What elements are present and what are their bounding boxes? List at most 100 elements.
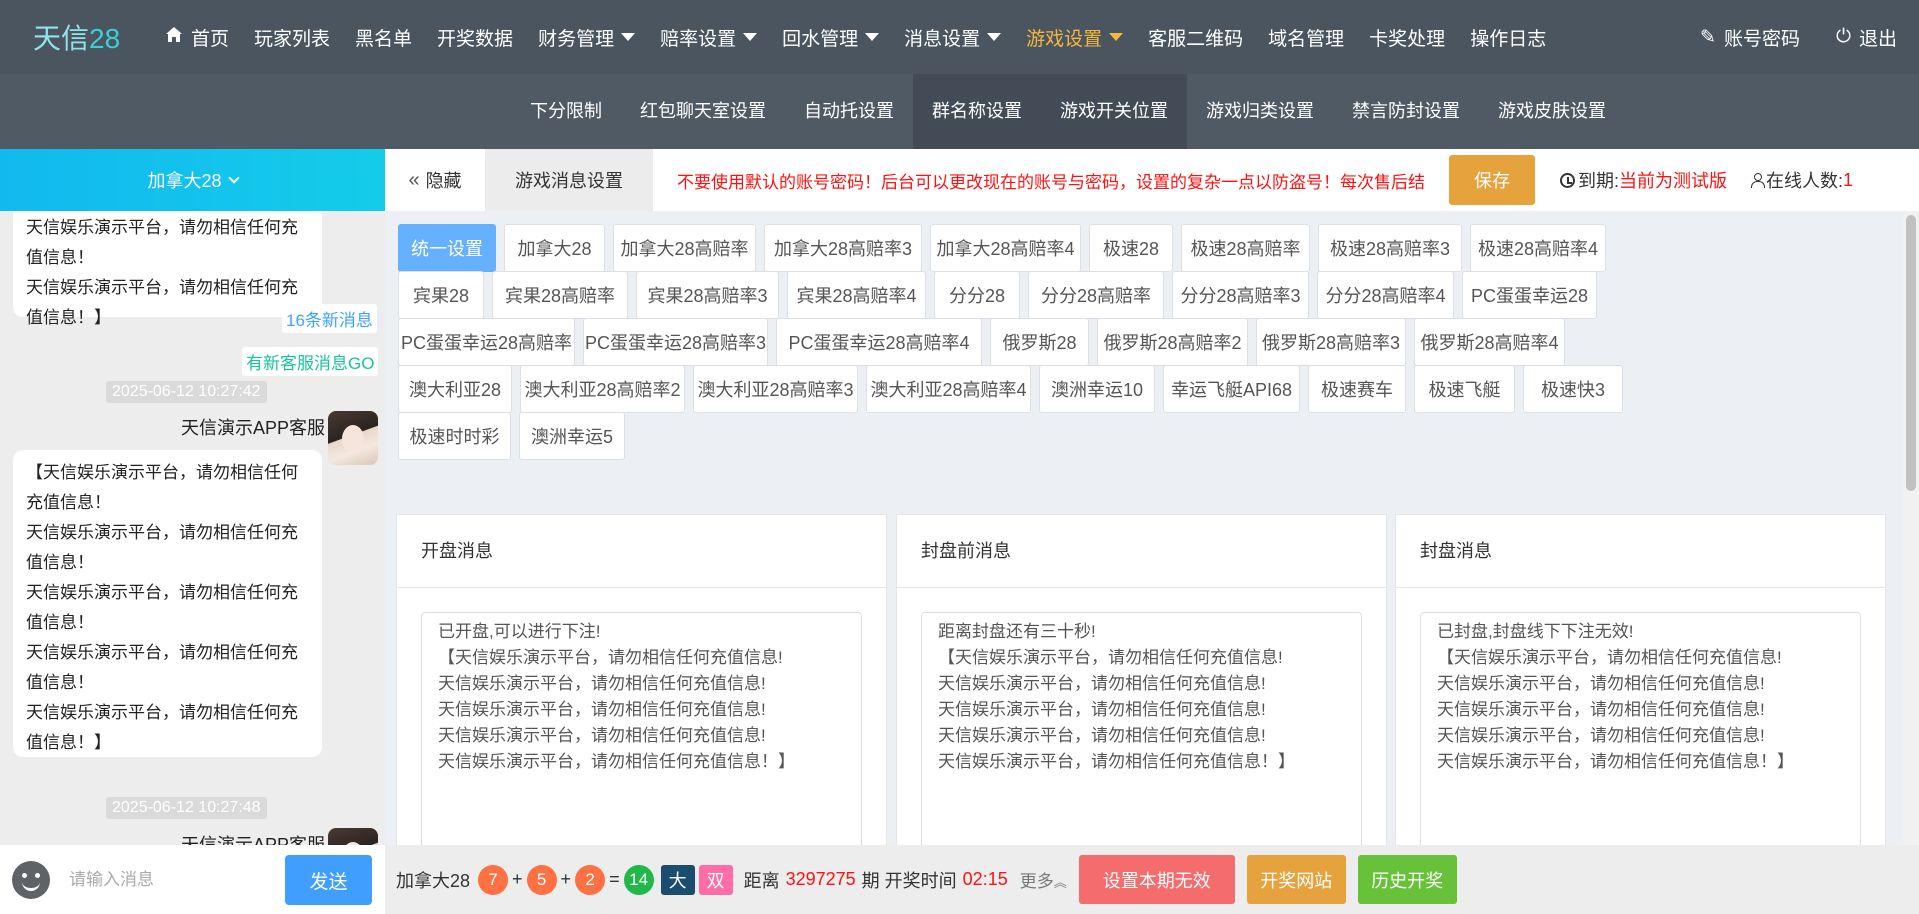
game-tab[interactable]: 澳洲幸运10 bbox=[1039, 365, 1155, 413]
scrollbar-thumb[interactable] bbox=[1906, 215, 1916, 491]
game-tab[interactable]: 极速28高赔率4 bbox=[1470, 224, 1606, 272]
message-input[interactable] bbox=[69, 869, 259, 890]
close-message-textarea[interactable]: 已封盘,封盘线下下注无效! 【天信娱乐演示平台，请勿相信任何充值信息! 天信娱乐… bbox=[1420, 612, 1861, 845]
game-tab[interactable]: PC蛋蛋幸运28高赔率 bbox=[398, 318, 575, 366]
game-tab[interactable]: 澳大利亚28高赔率3 bbox=[693, 365, 858, 413]
draw-website-button[interactable]: 开奖网站 bbox=[1246, 855, 1346, 904]
game-tab[interactable]: 宾果28 bbox=[398, 271, 484, 319]
game-tab[interactable]: 澳洲幸运5 bbox=[519, 412, 625, 460]
logout-link[interactable]: ⏻ 退出 bbox=[1836, 24, 1897, 51]
distance-label: 距离 bbox=[743, 870, 780, 891]
subnav-item[interactable]: 下分限制 bbox=[511, 74, 621, 149]
game-tab[interactable]: 分分28高赔率 bbox=[1028, 271, 1164, 319]
service-message-badge[interactable]: 有新客服消息GO bbox=[242, 347, 379, 376]
game-tab[interactable]: 极速飞艇 bbox=[1414, 365, 1515, 413]
new-messages-badge[interactable]: 16条新消息 bbox=[282, 304, 377, 333]
nav-item[interactable]: 操作日志 bbox=[1470, 24, 1546, 51]
panel-title: 封盘前消息 bbox=[897, 515, 1386, 588]
warning-marquee: 不要使用默认的账号密码！后台可以更改现在的账号与密码，设置的复杂一点以防盗号！每… bbox=[677, 172, 1425, 192]
nav-item[interactable]: 消息设置 bbox=[904, 24, 1002, 51]
game-tab[interactable]: 极速28高赔率 bbox=[1181, 224, 1310, 272]
history-draw-button[interactable]: 历史开奖 bbox=[1357, 855, 1457, 904]
send-button[interactable]: 发送 bbox=[285, 855, 372, 905]
game-tab[interactable]: 加拿大28高赔率3 bbox=[764, 224, 922, 272]
chat-messages[interactable]: 天信娱乐演示平台，请勿相信任何充值信息！ 天信娱乐演示平台，请勿相信任何充值信息… bbox=[0, 211, 385, 845]
subnav-item[interactable]: 游戏开关位置 bbox=[1041, 74, 1187, 149]
scrollbar[interactable] bbox=[1903, 211, 1919, 845]
game-tab[interactable]: 加拿大28 bbox=[504, 224, 605, 272]
nav-item[interactable]: 赔率设置 bbox=[660, 24, 758, 51]
game-tab[interactable]: 极速28 bbox=[1089, 224, 1173, 272]
result-ball: 5 bbox=[526, 864, 557, 895]
game-tab[interactable]: 极速赛车 bbox=[1308, 365, 1406, 413]
game-tab[interactable]: 俄罗斯28高赔率3 bbox=[1256, 318, 1406, 366]
home-icon bbox=[165, 26, 183, 49]
tab-game-message-settings[interactable]: 游戏消息设置 bbox=[485, 149, 653, 211]
nav-right: ✎ 账号密码 ⏻ 退出 bbox=[1664, 0, 1897, 74]
game-tab[interactable]: 宾果28高赔率3 bbox=[636, 271, 779, 319]
game-tab[interactable]: 俄罗斯28高赔率4 bbox=[1414, 318, 1565, 366]
nav-item[interactable]: 财务管理 bbox=[538, 24, 636, 51]
pre-close-message-textarea[interactable]: 距离封盘还有三十秒! 【天信娱乐演示平台，请勿相信任何充值信息! 天信娱乐演示平… bbox=[921, 612, 1362, 845]
hide-button[interactable]: «隐藏 bbox=[385, 149, 485, 211]
more-link[interactable]: 更多︽ bbox=[1020, 867, 1067, 892]
game-tab[interactable]: 加拿大28高赔率4 bbox=[930, 224, 1081, 272]
game-tab[interactable]: 统一设置 bbox=[398, 224, 496, 272]
game-tab[interactable]: 加拿大28高赔率 bbox=[613, 224, 756, 272]
game-tab[interactable]: 极速时时彩 bbox=[398, 412, 511, 460]
open-message-textarea[interactable]: 已开盘,可以进行下注! 【天信娱乐演示平台，请勿相信任何充值信息! 天信娱乐演示… bbox=[421, 612, 862, 845]
game-tab[interactable]: PC蛋蛋幸运28 bbox=[1462, 271, 1597, 319]
game-tab[interactable]: 宾果28高赔率 bbox=[492, 271, 628, 319]
panel-title: 开盘消息 bbox=[397, 515, 886, 588]
nav-item[interactable]: 域名管理 bbox=[1268, 24, 1344, 51]
game-tab[interactable]: 分分28高赔率4 bbox=[1317, 271, 1454, 319]
subnav-item[interactable]: 自动托设置 bbox=[785, 74, 913, 149]
game-tab[interactable]: PC蛋蛋幸运28高赔率3 bbox=[583, 318, 768, 366]
nav-item[interactable]: 客服二维码 bbox=[1148, 24, 1243, 51]
nav-item[interactable]: 开奖数据 bbox=[437, 24, 513, 51]
game-tab[interactable]: 宾果28高赔率4 bbox=[787, 271, 926, 319]
game-tab[interactable]: 极速28高赔率3 bbox=[1318, 224, 1462, 272]
game-tab[interactable]: 极速快3 bbox=[1523, 365, 1623, 413]
nav-item[interactable]: 黑名单 bbox=[355, 24, 412, 51]
period-number: 3297275 bbox=[785, 869, 856, 889]
user-icon bbox=[1751, 173, 1766, 188]
panel-title: 封盘消息 bbox=[1396, 515, 1885, 588]
subnav-item[interactable]: 游戏归类设置 bbox=[1187, 74, 1333, 149]
game-tab[interactable]: 澳大利亚28 bbox=[398, 365, 512, 413]
message-sender: 天信演示APP客服 bbox=[180, 835, 325, 845]
nav-item[interactable]: 游戏设置 bbox=[1026, 24, 1124, 51]
expire-info: 到期: 当前为测试版 bbox=[1560, 167, 1727, 193]
nav-item[interactable]: 卡奖处理 bbox=[1369, 24, 1445, 51]
app-logo[interactable]: 天信28 bbox=[0, 17, 148, 57]
nav-item[interactable]: 回水管理 bbox=[782, 24, 880, 51]
save-button[interactable]: 保存 bbox=[1449, 155, 1535, 205]
nav-item[interactable]: 玩家列表 bbox=[254, 24, 330, 51]
subnav-item[interactable]: 禁言防封设置 bbox=[1333, 74, 1479, 149]
subnav-item[interactable]: 群名称设置 bbox=[913, 74, 1041, 149]
power-icon: ⏻ bbox=[1835, 26, 1851, 47]
content-topbar: «隐藏 游戏消息设置 不要使用默认的账号密码！后台可以更改现在的账号与密码，设置… bbox=[385, 149, 1919, 211]
subnav-item[interactable]: 游戏皮肤设置 bbox=[1479, 74, 1625, 149]
chat-input-bar: 发送 bbox=[0, 845, 385, 914]
game-tab[interactable]: 幸运飞艇API68 bbox=[1163, 365, 1300, 413]
game-tab[interactable]: 俄罗斯28 bbox=[990, 318, 1089, 366]
result-ball: 2 bbox=[575, 864, 606, 895]
game-tab[interactable]: 澳大利亚28高赔率4 bbox=[866, 365, 1031, 413]
game-tab[interactable]: 澳大利亚28高赔率2 bbox=[520, 365, 685, 413]
game-tab[interactable]: PC蛋蛋幸运28高赔率4 bbox=[776, 318, 982, 366]
chevron-up-icon: ︽ bbox=[1053, 875, 1067, 890]
game-tab[interactable]: 俄罗斯28高赔率2 bbox=[1097, 318, 1248, 366]
account-password-link[interactable]: ✎ 账号密码 bbox=[1700, 24, 1800, 51]
caret-down-icon bbox=[987, 33, 1002, 41]
emoji-icon[interactable] bbox=[12, 860, 50, 899]
caret-down-icon bbox=[1109, 33, 1124, 41]
game-tab[interactable]: 分分28 bbox=[934, 271, 1020, 319]
result-sum: 14 bbox=[623, 864, 654, 895]
nav-item[interactable]: 首页 bbox=[165, 24, 229, 51]
game-selector[interactable]: 加拿大28 bbox=[0, 149, 385, 211]
set-period-invalid-button[interactable]: 设置本期无效 bbox=[1078, 855, 1235, 904]
panel-pre-close-message: 封盘前消息 距离封盘还有三十秒! 【天信娱乐演示平台，请勿相信任何充值信息! 天… bbox=[896, 514, 1387, 845]
subnav-item[interactable]: 红包聊天室设置 bbox=[621, 74, 785, 149]
game-tab[interactable]: 分分28高赔率3 bbox=[1172, 271, 1309, 319]
